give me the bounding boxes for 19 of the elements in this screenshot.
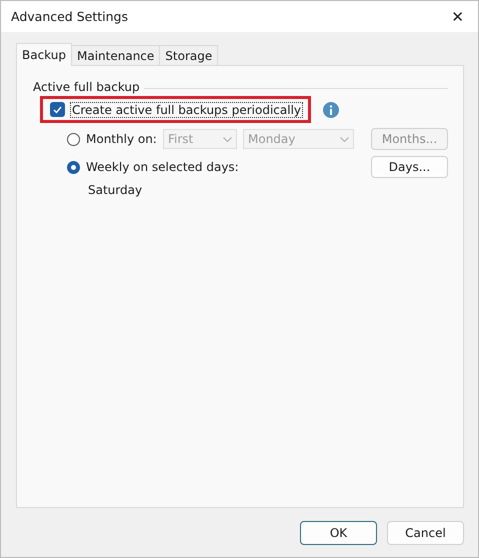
dialog-button[interactable]: Cancel: [387, 521, 464, 545]
dialog-button[interactable]: OK: [300, 521, 377, 545]
button[interactable]: Days...: [371, 156, 448, 178]
checkbox[interactable]: [50, 102, 65, 117]
radio-label[interactable]: Weekly on selected days:: [86, 160, 360, 174]
radio-button[interactable]: [67, 132, 80, 146]
tab[interactable]: Backup: [16, 43, 72, 66]
info-icon[interactable]: [323, 102, 340, 118]
radio-label[interactable]: Monthly on:: [86, 132, 163, 146]
checkmark-icon: [53, 106, 62, 114]
chevron-icon: [223, 136, 232, 142]
chevron-icon: [340, 136, 349, 142]
close-button[interactable]: ✕: [447, 6, 468, 28]
tab[interactable]: Storage: [159, 45, 218, 66]
radio-button[interactable]: [67, 160, 80, 174]
group-label: Active full backup: [33, 80, 140, 94]
selected-days: Saturday: [88, 183, 448, 197]
window-title: Advanced Settings: [11, 9, 128, 24]
checkbox-label[interactable]: Create active full backups periodically: [71, 102, 302, 116]
